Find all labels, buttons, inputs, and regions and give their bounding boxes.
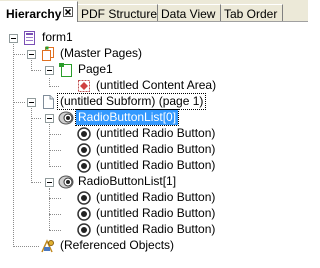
tab-data-view[interactable]: Data View <box>156 4 221 21</box>
subform-icon <box>40 94 56 110</box>
radio-button-icon <box>76 126 92 142</box>
radio-button-icon <box>76 206 92 222</box>
radio-button-icon <box>76 222 92 238</box>
radio-button-list-icon <box>58 174 74 190</box>
tree-node-label: (untitled Radio Button) <box>96 126 216 140</box>
collapse-subform-toggle[interactable] <box>27 98 36 107</box>
tree-node-label: (untitled Radio Button) <box>96 158 216 172</box>
collapse-radio-list-1-toggle[interactable] <box>45 178 54 187</box>
page-icon <box>58 62 74 78</box>
collapse-master-pages-toggle[interactable] <box>27 50 36 59</box>
tab-overflow-area <box>286 0 308 21</box>
radio-button-icon <box>76 190 92 206</box>
collapse-page1-toggle[interactable] <box>45 66 54 75</box>
tab-pdf-structure[interactable]: PDF Structure <box>76 4 158 21</box>
tree-node-label: (Referenced Objects) <box>60 238 175 252</box>
tree-node-label: (untitled Radio Button) <box>96 190 216 204</box>
radio-button-icon <box>76 142 92 158</box>
form-icon <box>22 30 38 46</box>
content-area-icon <box>76 78 92 94</box>
tree-node-label: (untitled Radio Button) <box>96 206 216 220</box>
tab-label: PDF Structure <box>81 7 158 21</box>
master-pages-icon <box>40 46 56 62</box>
tab-label: Data View <box>161 7 216 21</box>
tree-node-label: (untitled Subform) (page 1) <box>56 93 207 110</box>
referenced-objects-icon <box>40 238 56 254</box>
tree-node-label: (untitled Radio Button) <box>96 142 216 156</box>
collapse-radio-list-0-toggle[interactable] <box>45 114 54 123</box>
tab-tab-order[interactable]: Tab Order <box>219 4 283 21</box>
tab-label: Hierarchy <box>6 7 62 21</box>
tree-node-label: (Master Pages) <box>60 46 143 60</box>
tab-label: Tab Order <box>224 7 278 21</box>
radio-button-icon <box>76 158 92 174</box>
tree-node-label: (untitled Radio Button) <box>96 222 216 236</box>
collapse-form1-toggle[interactable] <box>9 34 18 43</box>
panel-tab-bar: Tab Order Data View PDF Structure Hierar… <box>0 0 308 22</box>
tree-node-label: RadioButtonList[1] <box>78 174 177 188</box>
tree-node-label: form1 <box>42 30 73 44</box>
tree-node-label: RadioButtonList[0] <box>74 109 180 126</box>
radio-button-list-icon <box>58 110 74 126</box>
tree-node-label: (untitled Content Area) <box>96 78 217 92</box>
tree-node-label: Page1 <box>78 62 113 76</box>
close-icon[interactable] <box>63 7 73 17</box>
